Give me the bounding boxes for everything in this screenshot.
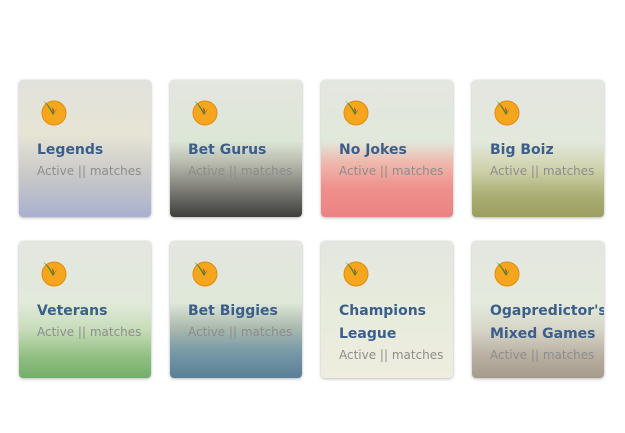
league-status: Active || matches [490,348,595,362]
league-logo-icon [39,98,67,126]
league-card-big-boiz[interactable]: Big Boiz Active || matches [472,80,604,217]
league-logo-icon [39,259,67,287]
league-card-veterans[interactable]: Veterans Active || matches [19,241,151,378]
league-logo-icon [492,98,520,126]
league-card-bet-gurus[interactable]: Bet Gurus Active || matches [170,80,302,217]
league-logo-icon [341,98,369,126]
league-status: Active || matches [37,164,142,178]
league-name: Veterans [37,303,108,319]
league-name: Bet Gurus [188,142,267,158]
league-card-no-jokes[interactable]: No Jokes Active || matches [321,80,453,217]
league-logo-icon [190,98,218,126]
league-name: Bet Biggies [188,303,278,319]
league-status: Active || matches [188,325,293,339]
league-name: Ogapredictor's Mixed Games [490,303,604,342]
league-status: Active || matches [490,164,595,178]
league-logo-icon [341,259,369,287]
league-name: Legends [37,142,104,158]
league-card-legends[interactable]: Legends Active || matches [19,80,151,217]
league-card-ogapredictors-mixed-games[interactable]: Ogapredictor's Mixed Games Active || mat… [472,241,604,378]
league-status: Active || matches [339,164,444,178]
league-name: Champions League [339,303,427,342]
league-status: Active || matches [339,348,444,362]
league-grid: Legends Active || matches Bet Gurus Acti… [19,80,607,382]
league-card-champions-league[interactable]: Champions League Active || matches [321,241,453,378]
league-logo-icon [190,259,218,287]
league-logo-icon [492,259,520,287]
league-card-bet-biggies[interactable]: Bet Biggies Active || matches [170,241,302,378]
league-status: Active || matches [188,164,293,178]
league-status: Active || matches [37,325,142,339]
league-name: Big Boiz [490,142,554,158]
league-name: No Jokes [339,142,407,158]
